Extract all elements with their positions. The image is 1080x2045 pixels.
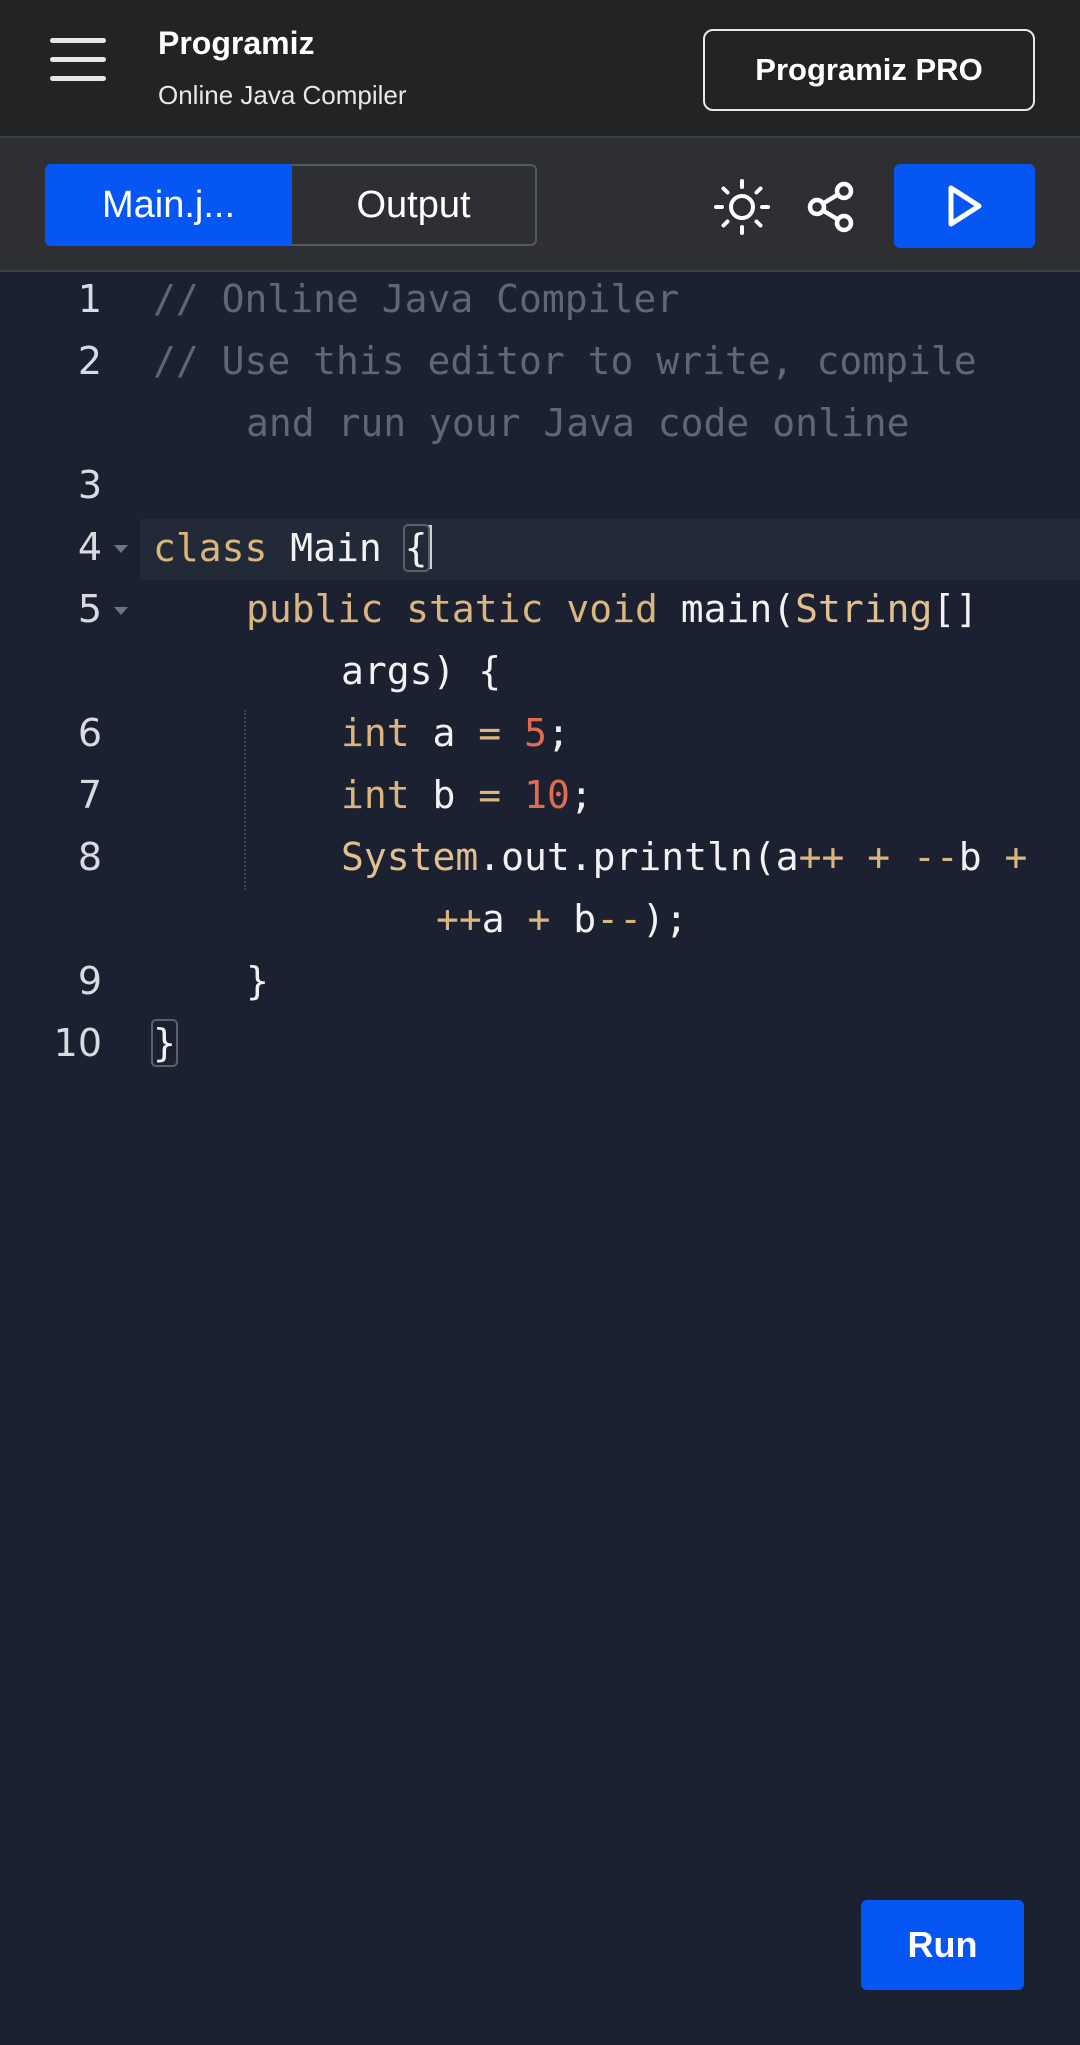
page-subtitle: Online Java Compiler <box>158 80 407 110</box>
keyword: int <box>341 711 410 755</box>
theme-sun-icon[interactable] <box>713 178 771 236</box>
identifier: b <box>958 835 1005 879</box>
code-line-7: int b = 10; <box>341 773 593 817</box>
operator: ++ + -- <box>798 835 959 879</box>
line-number: 3 <box>77 463 102 507</box>
code-line-6: int a = 5; <box>341 711 570 755</box>
code-line-2: // Use this editor to write, compile <box>153 339 977 383</box>
punct: [] <box>932 587 979 631</box>
code-line-4: class Main { <box>153 524 432 572</box>
code-editor[interactable]: 1 2 3 4 5 6 7 8 9 10 // Online Java Comp… <box>0 272 1080 2045</box>
logo-initial: P <box>158 25 180 61</box>
tab-main-java[interactable]: Main.j... <box>45 164 292 246</box>
menu-icon[interactable] <box>50 38 106 82</box>
programiz-logo[interactable]: Programiz <box>158 12 314 62</box>
play-icon <box>948 185 981 227</box>
programiz-pro-button[interactable]: Programiz PRO <box>703 29 1035 111</box>
logo-text: rogramiz <box>179 25 315 61</box>
type: String <box>795 587 933 631</box>
line-number: 7 <box>77 773 102 817</box>
line-number: 1 <box>77 277 102 321</box>
brace: } <box>151 1019 178 1067</box>
operator: = <box>478 711 502 755</box>
keyword: public <box>246 587 384 631</box>
operator: ++ <box>436 897 482 941</box>
fold-arrow-icon[interactable] <box>114 545 128 553</box>
tab-output[interactable]: Output <box>292 164 537 246</box>
app-header: Programiz Online Java Compiler Programiz… <box>0 0 1080 138</box>
keyword: static <box>406 587 544 631</box>
line-number: 2 <box>77 339 102 383</box>
line-number: 8 <box>77 835 102 879</box>
number: 10 <box>524 773 570 817</box>
code-line-8-wrap: ++a + b--); <box>436 897 688 941</box>
identifier: main( <box>657 587 796 631</box>
punct: ; <box>546 711 570 755</box>
code-line-2-wrap: and run your Java code online <box>246 401 910 445</box>
identifier: a <box>409 711 479 755</box>
operator: + <box>527 897 551 941</box>
identifier: a <box>481 897 528 941</box>
page: Programiz Online Java Compiler Programiz… <box>0 0 1080 2045</box>
code-line-9: } <box>246 959 269 1003</box>
identifier: .out.println(a <box>478 835 799 879</box>
share-icon[interactable] <box>803 178 861 236</box>
editor-toolbar: Main.j... Output <box>0 138 1080 272</box>
line-number: 5 <box>77 587 102 631</box>
identifier: b <box>550 897 597 941</box>
type: System <box>341 835 479 879</box>
run-play-button[interactable] <box>894 164 1035 248</box>
brace: { <box>402 524 430 572</box>
code-line-5: public static void main(String[] <box>246 587 978 631</box>
code-line-8: System.out.println(a++ + --b + <box>341 835 1027 879</box>
number: 5 <box>524 711 547 755</box>
operator: = <box>478 773 502 817</box>
code-line-1: // Online Java Compiler <box>153 277 680 321</box>
run-button[interactable]: Run <box>861 1900 1024 1990</box>
fold-arrow-icon[interactable] <box>114 607 128 615</box>
operator: -- <box>596 897 642 941</box>
identifier: b <box>409 773 479 817</box>
code-line-10: } <box>151 1019 178 1067</box>
punct: ); <box>641 897 688 941</box>
line-number: 6 <box>77 711 102 755</box>
line-number: 10 <box>53 1021 102 1065</box>
text-cursor <box>427 525 432 569</box>
indent-guide <box>244 710 246 890</box>
code-line-5-wrap: args) { <box>341 649 502 693</box>
line-number: 9 <box>77 959 102 1003</box>
line-number: 4 <box>77 525 102 569</box>
keyword: int <box>341 773 410 817</box>
operator: + <box>1004 835 1028 879</box>
keyword: class <box>153 526 268 570</box>
keyword: void <box>566 587 658 631</box>
identifier: Main <box>267 526 405 570</box>
punct: ; <box>569 773 593 817</box>
